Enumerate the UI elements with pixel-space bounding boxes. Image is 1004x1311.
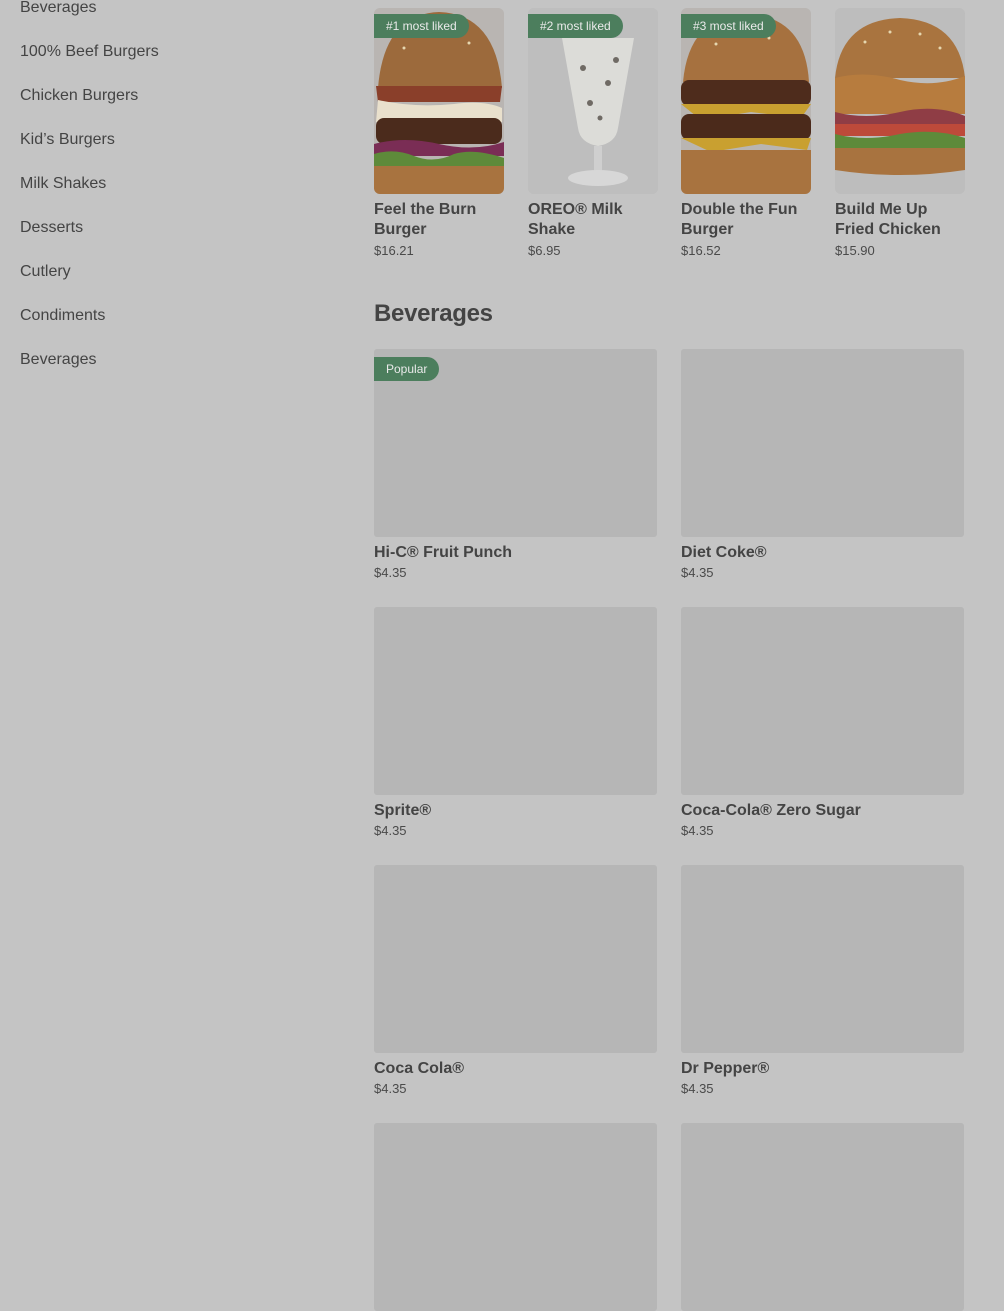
beverage-card[interactable]: Diet Coke® $4.35 [681,349,964,580]
item-name: Dr Pepper® [681,1060,770,1077]
item-image: #1 most liked [374,8,504,194]
sidebar-item-condiments[interactable]: Condiments [0,294,330,338]
item-image: #2 most liked [528,8,658,194]
item-image: #3 most liked [681,8,811,194]
beverage-card[interactable]: Coca Cola® $4.35 [374,865,657,1096]
item-image-placeholder [681,349,964,537]
item-price: $6.95 [528,243,561,258]
top-item-card[interactable]: Build Me Up Fried Chicken $15.90 [835,8,965,258]
sidebar-item-beverages[interactable]: Beverages [0,338,330,382]
beverage-card[interactable] [681,1123,964,1311]
item-image-placeholder [681,865,964,1053]
item-price: $4.35 [374,823,407,838]
most-liked-badge: #2 most liked [528,14,623,38]
top-item-card[interactable]: #1 most liked Feel the Burn Burger $16.2… [374,8,504,258]
sidebar-item-desserts[interactable]: Desserts [0,206,330,250]
item-price: $4.35 [374,1081,407,1096]
category-sidebar: Beverages 100% Beef Burgers Chicken Burg… [0,0,330,382]
item-image-placeholder [374,607,657,795]
item-name: Sprite® [374,802,432,819]
popular-badge: Popular [374,357,440,381]
item-image-placeholder [681,607,964,795]
item-name: Hi-C® Fruit Punch [374,544,512,561]
most-liked-badge: #1 most liked [374,14,469,38]
item-price: $4.35 [681,823,714,838]
sidebar-item-cutlery[interactable]: Cutlery [0,250,330,294]
sidebar-item-chicken-burgers[interactable]: Chicken Burgers [0,74,330,118]
item-price: $16.52 [681,243,721,258]
item-name: Build Me Up Fried Chicken [835,201,941,238]
beverage-card[interactable] [374,1123,657,1311]
beverage-card[interactable]: Popular Hi-C® Fruit Punch $4.35 [374,349,657,580]
chicken-burger-image [835,8,965,194]
most-liked-badge: #3 most liked [681,14,776,38]
item-price: $4.35 [681,565,714,580]
item-name: Coca-Cola® Zero Sugar [681,802,861,819]
most-liked-row: #1 most liked Feel the Burn Burger $16.2… [374,8,965,268]
item-image-placeholder [374,1123,657,1311]
item-name: Feel the Burn Burger [374,201,477,238]
top-item-card[interactable]: #2 most liked OREO® Milk Shake $6.95 [528,8,658,258]
sidebar-item-kids-burgers[interactable]: Kid’s Burgers [0,118,330,162]
item-price: $16.21 [374,243,414,258]
item-price: $4.35 [681,1081,714,1096]
item-image-placeholder: Popular [374,349,657,537]
item-name: Diet Coke® [681,544,767,561]
item-price: $4.35 [374,565,407,580]
item-image-placeholder [374,865,657,1053]
item-image [835,8,965,194]
item-image-placeholder [681,1123,964,1311]
item-price: $15.90 [835,243,875,258]
beverage-card[interactable]: Sprite® $4.35 [374,607,657,838]
beverage-card[interactable]: Dr Pepper® $4.35 [681,865,964,1096]
sidebar-item-milk-shakes[interactable]: Milk Shakes [0,162,330,206]
sidebar-item-beef-burgers[interactable]: 100% Beef Burgers [0,30,330,74]
item-name: Double the Fun Burger [681,201,798,238]
item-name: Coca Cola® [374,1060,465,1077]
item-name: OREO® Milk Shake [528,201,623,238]
section-title-beverages: Beverages [374,300,493,327]
top-item-card[interactable]: #3 most liked Double the Fun Burger $16.… [681,8,811,258]
sidebar-item-beverages-top[interactable]: Beverages [0,0,330,30]
beverage-card[interactable]: Coca-Cola® Zero Sugar $4.35 [681,607,964,838]
